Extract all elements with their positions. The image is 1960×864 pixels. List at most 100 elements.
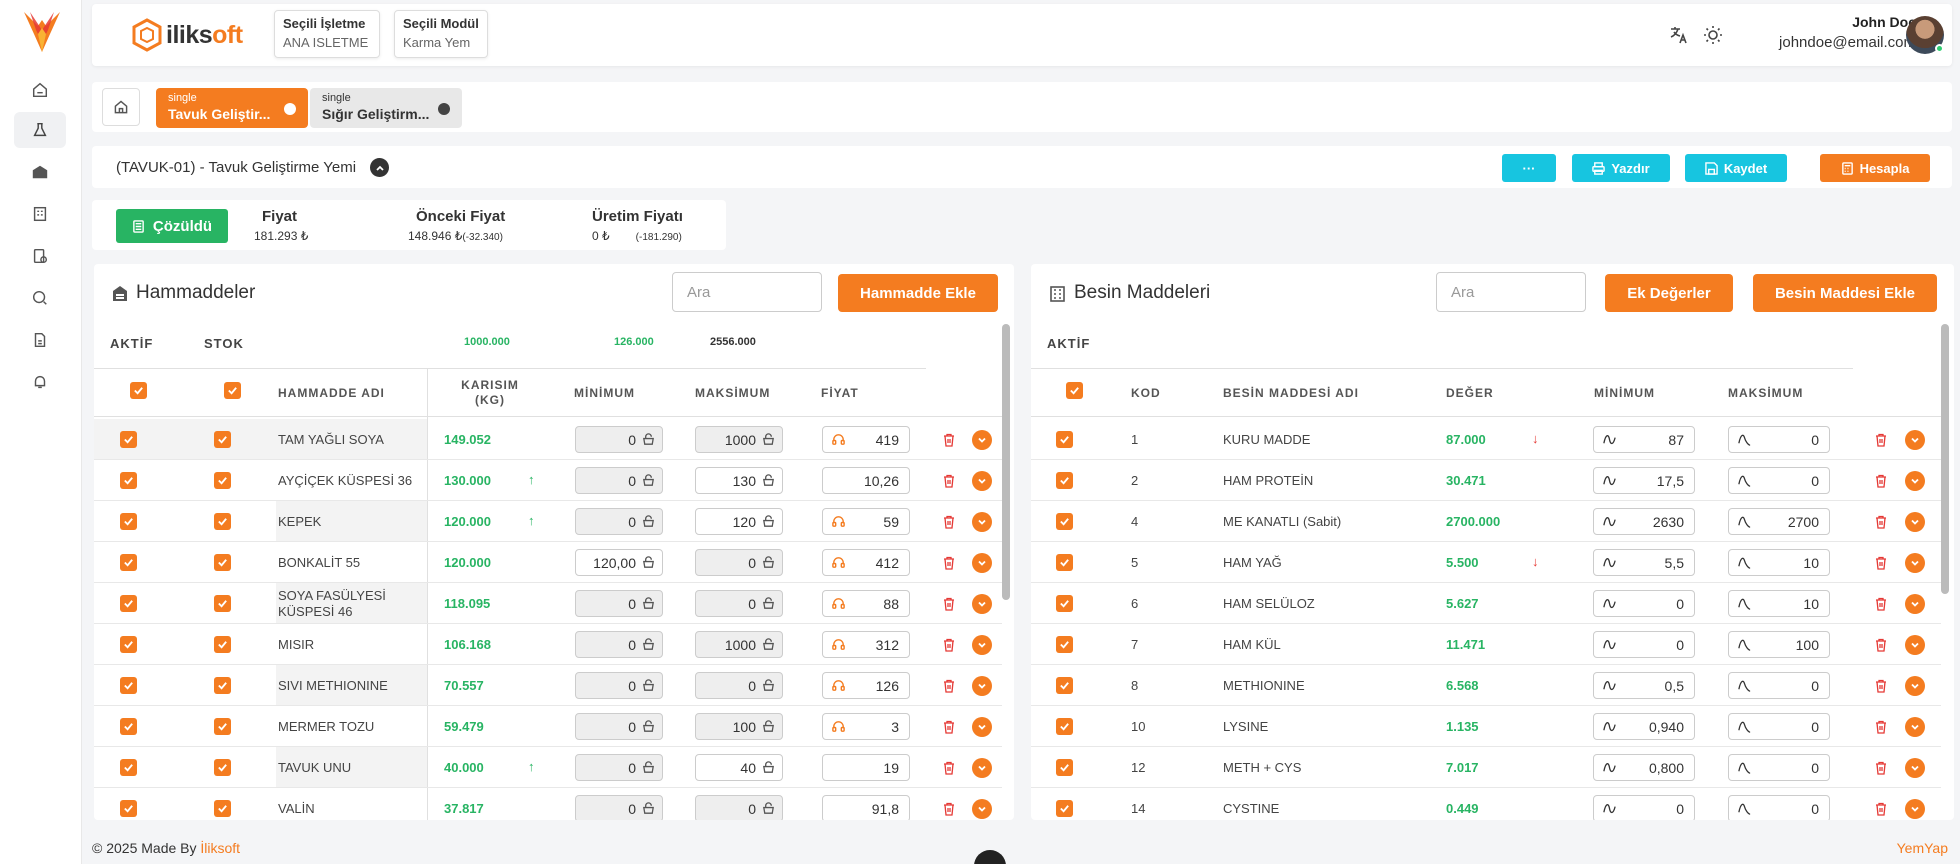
min-input[interactable]: 0: [575, 795, 663, 820]
active-checkbox[interactable]: [120, 513, 137, 530]
lock-icon[interactable]: [641, 760, 656, 775]
max-input[interactable]: 100: [695, 713, 783, 740]
min-input[interactable]: 0: [1593, 590, 1695, 617]
min-input[interactable]: 0: [1593, 631, 1695, 658]
expand-chevron-icon[interactable]: [972, 512, 992, 532]
price-input[interactable]: 91,8: [822, 795, 910, 820]
max-curve-icon[interactable]: [1737, 473, 1752, 488]
min-input[interactable]: 0: [575, 590, 663, 617]
nav-reports-icon[interactable]: [14, 238, 66, 274]
min-input[interactable]: 5,5: [1593, 549, 1695, 576]
select-all-nutrients-checkbox[interactable]: [1066, 382, 1083, 399]
max-input[interactable]: 0: [1728, 713, 1830, 740]
stock-checkbox[interactable]: [214, 759, 231, 776]
active-checkbox[interactable]: [120, 800, 137, 817]
delete-trash-icon[interactable]: [942, 638, 956, 652]
raw-scrollbar[interactable]: [1002, 324, 1010, 600]
min-input[interactable]: 0: [575, 508, 663, 535]
max-curve-icon[interactable]: [1737, 555, 1752, 570]
lock-icon[interactable]: [761, 637, 776, 652]
min-input[interactable]: 0: [575, 754, 663, 781]
add-raw-material-button[interactable]: Hammadde Ekle: [838, 274, 998, 312]
nav-lab-icon[interactable]: [14, 112, 66, 148]
expand-chevron-icon[interactable]: [972, 594, 992, 614]
active-checkbox[interactable]: [120, 554, 137, 571]
price-input[interactable]: 412: [822, 549, 910, 576]
price-input[interactable]: 59: [822, 508, 910, 535]
max-curve-icon[interactable]: [1737, 719, 1752, 734]
active-checkbox[interactable]: [1056, 800, 1073, 817]
nutrients-scrollbar[interactable]: [1941, 324, 1949, 594]
tab-close-dot[interactable]: [438, 103, 450, 115]
max-input[interactable]: 0: [695, 795, 783, 820]
tab-close-dot[interactable]: [284, 103, 296, 115]
min-input[interactable]: 0: [575, 672, 663, 699]
selected-module-box[interactable]: Seçili Modül Karma Yem: [394, 10, 488, 58]
max-input[interactable]: 130: [695, 467, 783, 494]
delete-trash-icon[interactable]: [942, 515, 956, 529]
min-curve-icon[interactable]: [1602, 801, 1617, 816]
min-curve-icon[interactable]: [1602, 760, 1617, 775]
avatar[interactable]: [1906, 16, 1944, 54]
min-input[interactable]: 120,00: [575, 549, 663, 576]
delete-trash-icon[interactable]: [1874, 556, 1888, 570]
expand-chevron-icon[interactable]: [972, 471, 992, 491]
lock-icon[interactable]: [641, 637, 656, 652]
max-input[interactable]: 10: [1728, 590, 1830, 617]
max-curve-icon[interactable]: [1737, 678, 1752, 693]
delete-trash-icon[interactable]: [942, 761, 956, 775]
active-checkbox[interactable]: [1056, 759, 1073, 776]
more-button[interactable]: ···: [1502, 154, 1556, 182]
headset-icon[interactable]: [831, 719, 846, 734]
max-curve-icon[interactable]: [1737, 432, 1752, 447]
home-button[interactable]: [102, 88, 140, 126]
max-input[interactable]: 40: [695, 754, 783, 781]
delete-trash-icon[interactable]: [942, 720, 956, 734]
lock-icon[interactable]: [641, 596, 656, 611]
min-input[interactable]: 0: [575, 426, 663, 453]
active-checkbox[interactable]: [120, 472, 137, 489]
tab-cattle-feed[interactable]: single Sığır Geliştirm...: [310, 88, 462, 128]
translate-icon[interactable]: [1668, 24, 1690, 46]
expand-chevron-icon[interactable]: [972, 676, 992, 696]
stock-checkbox[interactable]: [214, 431, 231, 448]
delete-trash-icon[interactable]: [1874, 474, 1888, 488]
active-checkbox[interactable]: [1056, 677, 1073, 694]
lock-icon[interactable]: [641, 719, 656, 734]
extra-values-button[interactable]: Ek Değerler: [1605, 274, 1733, 312]
min-input[interactable]: 17,5: [1593, 467, 1695, 494]
price-input[interactable]: 19: [822, 754, 910, 781]
delete-trash-icon[interactable]: [1874, 597, 1888, 611]
app-logo-icon[interactable]: [20, 8, 64, 56]
expand-chevron-icon[interactable]: [1905, 594, 1925, 614]
expand-chevron-icon[interactable]: [1905, 717, 1925, 737]
delete-trash-icon[interactable]: [942, 556, 956, 570]
max-input[interactable]: 120: [695, 508, 783, 535]
delete-trash-icon[interactable]: [942, 474, 956, 488]
expand-chevron-icon[interactable]: [1905, 635, 1925, 655]
nutrient-search-input[interactable]: Ara: [1436, 272, 1586, 312]
active-checkbox[interactable]: [120, 718, 137, 735]
headset-icon[interactable]: [831, 678, 846, 693]
min-curve-icon[interactable]: [1602, 555, 1617, 570]
max-input[interactable]: 0: [1728, 467, 1830, 494]
lock-icon[interactable]: [761, 678, 776, 693]
min-curve-icon[interactable]: [1602, 514, 1617, 529]
max-curve-icon[interactable]: [1737, 514, 1752, 529]
min-input[interactable]: 0,940: [1593, 713, 1695, 740]
nav-search-icon[interactable]: [14, 280, 66, 316]
max-input[interactable]: 0: [1728, 672, 1830, 699]
active-checkbox[interactable]: [120, 431, 137, 448]
active-checkbox[interactable]: [1056, 513, 1073, 530]
max-input[interactable]: 0: [695, 590, 783, 617]
min-curve-icon[interactable]: [1602, 432, 1617, 447]
max-input[interactable]: 2700: [1728, 508, 1830, 535]
active-checkbox[interactable]: [120, 677, 137, 694]
lock-icon[interactable]: [761, 473, 776, 488]
min-curve-icon[interactable]: [1602, 719, 1617, 734]
expand-chevron-icon[interactable]: [972, 635, 992, 655]
price-input[interactable]: 3: [822, 713, 910, 740]
expand-chevron-icon[interactable]: [1905, 676, 1925, 696]
lock-icon[interactable]: [761, 432, 776, 447]
active-checkbox[interactable]: [1056, 431, 1073, 448]
